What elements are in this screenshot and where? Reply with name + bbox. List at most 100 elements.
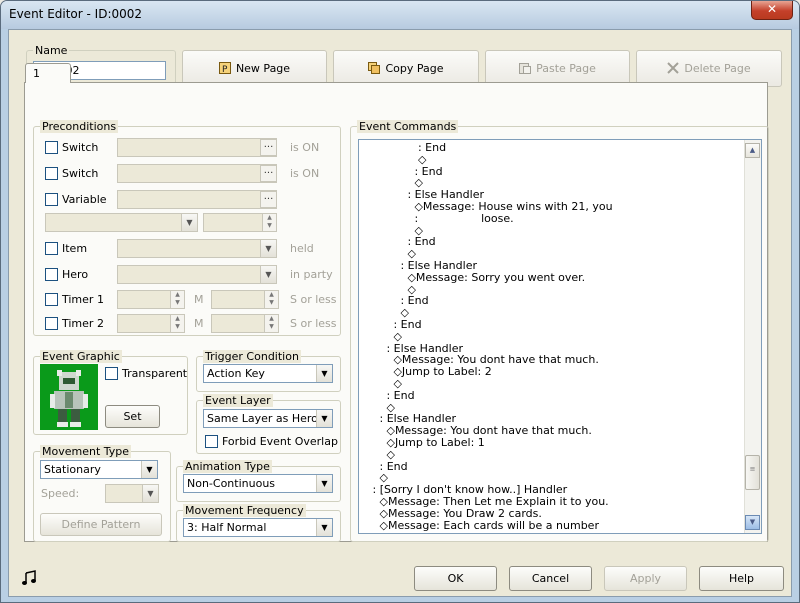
switch1-label: Switch: [62, 141, 99, 154]
switch2-field: [117, 164, 277, 183]
chevron-down-icon: ▼: [181, 214, 197, 231]
title-bar: Event Editor - ID:0002 ✕: [1, 1, 799, 29]
tab-page-1[interactable]: 1: [25, 63, 71, 83]
animation-type-title: Animation Type: [183, 460, 272, 473]
ok-button[interactable]: OK: [414, 566, 497, 591]
animation-type-select[interactable]: Non-Continuous ▼: [183, 474, 333, 493]
variable-browse-button[interactable]: ...: [260, 191, 277, 208]
apply-button[interactable]: Apply: [604, 566, 687, 591]
timer2-checkbox[interactable]: [45, 317, 58, 330]
hero-label: Hero: [62, 268, 89, 281]
command-line[interactable]: ◇Message: Each cards will be a number: [369, 519, 599, 532]
chevron-down-icon: ▼: [316, 475, 332, 492]
switch2-browse-button[interactable]: ...: [260, 165, 277, 182]
item-checkbox[interactable]: [45, 242, 58, 255]
scroll-up-icon[interactable]: ▲: [745, 143, 760, 158]
event-layer-title: Event Layer: [203, 394, 273, 407]
paste-page-label: Paste Page: [536, 62, 596, 75]
trigger-condition-value: Action Key: [207, 367, 265, 380]
item-label: Item: [62, 242, 88, 255]
spin-arrows-icon: ▲ ▼: [264, 315, 278, 332]
close-button[interactable]: ✕: [751, 1, 793, 20]
command-line[interactable]: ◇: [369, 448, 394, 461]
movement-frequency-select[interactable]: 3: Half Normal ▼: [183, 518, 333, 537]
item-select: ▼: [117, 239, 277, 258]
timer2-minutes-unit: M: [194, 317, 204, 330]
timer2-suffix: S or less: [290, 317, 337, 330]
animation-type-value: Non-Continuous: [187, 477, 276, 490]
chevron-down-icon: ▼: [141, 461, 157, 478]
transparent-checkbox[interactable]: [105, 367, 118, 380]
timer1-minutes-unit: M: [194, 293, 204, 306]
timer1-label: Timer 1: [62, 293, 104, 306]
timer1-minutes-spin: ▲ ▼: [117, 290, 185, 309]
event-commands-title: Event Commands: [357, 120, 459, 133]
event-layer-select[interactable]: Same Layer as Hero ▼: [203, 409, 333, 428]
variable-label: Variable: [62, 193, 107, 206]
variable-field: [117, 190, 277, 209]
define-pattern-button[interactable]: Define Pattern: [40, 513, 162, 536]
chevron-down-icon: ▼: [260, 266, 276, 283]
movement-type-title: Movement Type: [40, 445, 132, 458]
chevron-down-icon: ▼: [316, 365, 332, 382]
switch2-suffix: is ON: [290, 167, 320, 180]
command-line[interactable]: ◇: [369, 330, 401, 343]
switch1-browse-button[interactable]: ...: [260, 139, 277, 156]
switch1-field: [117, 138, 277, 157]
timer2-minutes-spin: ▲ ▼: [117, 314, 185, 333]
cancel-button[interactable]: Cancel: [509, 566, 592, 591]
hero-sprite-icon: [40, 364, 98, 430]
command-line[interactable]: : loose.: [369, 212, 513, 225]
spin-arrows-icon: ▲ ▼: [170, 315, 184, 332]
hero-select: ▼: [117, 265, 277, 284]
new-page-icon: P: [218, 62, 231, 74]
scroll-thumb[interactable]: ≡: [745, 455, 760, 490]
event-sprite-image[interactable]: [40, 364, 98, 430]
switch1-checkbox[interactable]: [45, 141, 58, 154]
hero-checkbox[interactable]: [45, 268, 58, 281]
event-commands-list[interactable]: : End ◇ : End ◇ : Else Handler ◇Message:…: [358, 139, 762, 534]
command-line[interactable]: ◇Message: You Draw 2 cards.: [369, 507, 541, 520]
preconditions-title: Preconditions: [40, 120, 119, 133]
forbid-overlap-checkbox[interactable]: [205, 435, 218, 448]
variable-value-spin: ▲ ▼: [203, 213, 277, 232]
timer2-seconds-spin: ▲ ▼: [211, 314, 279, 333]
command-line[interactable]: : End: [369, 389, 414, 402]
help-button[interactable]: Help: [699, 566, 784, 591]
music-note-icon[interactable]: [21, 570, 37, 586]
window-title: Event Editor - ID:0002: [9, 7, 143, 21]
movement-frequency-value: 3: Half Normal: [187, 521, 267, 534]
switch1-suffix: is ON: [290, 141, 320, 154]
switch2-checkbox[interactable]: [45, 167, 58, 180]
trigger-condition-select[interactable]: Action Key ▼: [203, 364, 333, 383]
paste-page-icon: [519, 63, 532, 74]
commands-scrollbar[interactable]: ▲ ≡ ▼: [744, 140, 761, 533]
spin-arrows-icon: ▲ ▼: [262, 214, 276, 231]
movement-type-select[interactable]: Stationary ▼: [40, 460, 158, 479]
timer2-label: Timer 2: [62, 317, 104, 330]
set-graphic-button[interactable]: Set: [105, 405, 160, 428]
hero-suffix: in party: [290, 268, 333, 281]
timer1-suffix: S or less: [290, 293, 337, 306]
item-suffix: held: [290, 242, 314, 255]
chevron-down-icon: ▼: [316, 519, 332, 536]
movement-frequency-title: Movement Frequency: [183, 504, 306, 517]
chevron-down-icon: ▼: [260, 240, 276, 257]
timer1-seconds-spin: ▲ ▼: [211, 290, 279, 309]
command-line[interactable]: ◇: [369, 153, 426, 166]
scroll-down-icon[interactable]: ▼: [745, 515, 760, 530]
chevron-down-icon: ▼: [142, 485, 158, 502]
new-page-label: New Page: [235, 62, 291, 75]
switch2-label: Switch: [62, 167, 99, 180]
transparent-label: Transparent: [122, 367, 188, 380]
event-graphic-title: Event Graphic: [40, 350, 122, 363]
command-line[interactable]: ◇Message: Sorry you went over.: [369, 271, 585, 284]
spin-arrows-icon: ▲ ▼: [264, 291, 278, 308]
variable-checkbox[interactable]: [45, 193, 58, 206]
speed-select: ▼: [105, 484, 159, 503]
variable-compare-select: ▼: [45, 213, 198, 232]
timer1-checkbox[interactable]: [45, 293, 58, 306]
copy-page-icon: [368, 62, 381, 74]
event-editor-window: Event Editor - ID:0002 ✕ Name EV0002 PNe…: [0, 0, 800, 603]
event-layer-value: Same Layer as Hero: [207, 412, 318, 425]
